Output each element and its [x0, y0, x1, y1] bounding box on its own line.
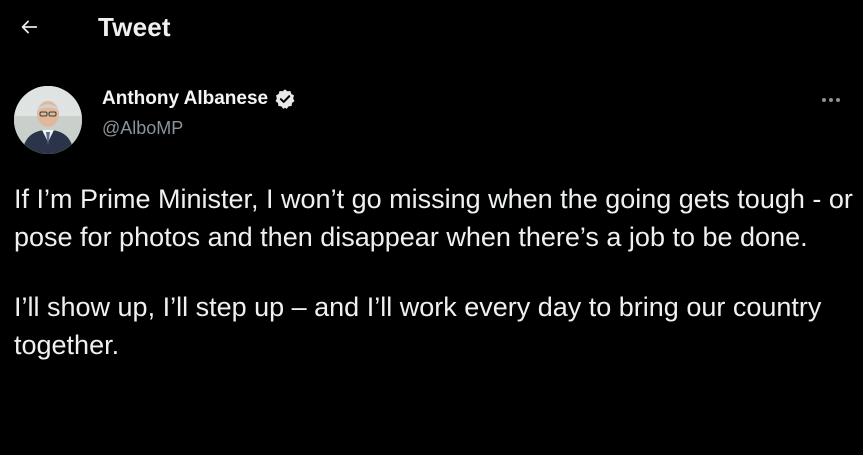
- more-options-icon: [818, 90, 844, 110]
- more-options-button[interactable]: [818, 90, 844, 110]
- top-bar: Tweet: [0, 0, 863, 56]
- page-title: Tweet: [98, 12, 171, 42]
- tweet-text: If I’m Prime Minister, I won’t go missin…: [14, 180, 854, 364]
- back-button[interactable]: [14, 14, 44, 44]
- arrow-left-icon: [18, 16, 40, 43]
- author-name[interactable]: Anthony Albanese: [102, 88, 268, 110]
- verified-badge-icon: [274, 88, 296, 110]
- tweet-paragraph: I’ll show up, I’ll step up – and I’ll wo…: [14, 292, 822, 360]
- avatar[interactable]: [14, 86, 82, 154]
- author-handle[interactable]: @AlboMP: [102, 118, 183, 139]
- author-name-row: Anthony Albanese: [102, 88, 296, 110]
- tweet-paragraph: If I’m Prime Minister, I won’t go missin…: [14, 184, 853, 252]
- profile-photo: [14, 86, 82, 154]
